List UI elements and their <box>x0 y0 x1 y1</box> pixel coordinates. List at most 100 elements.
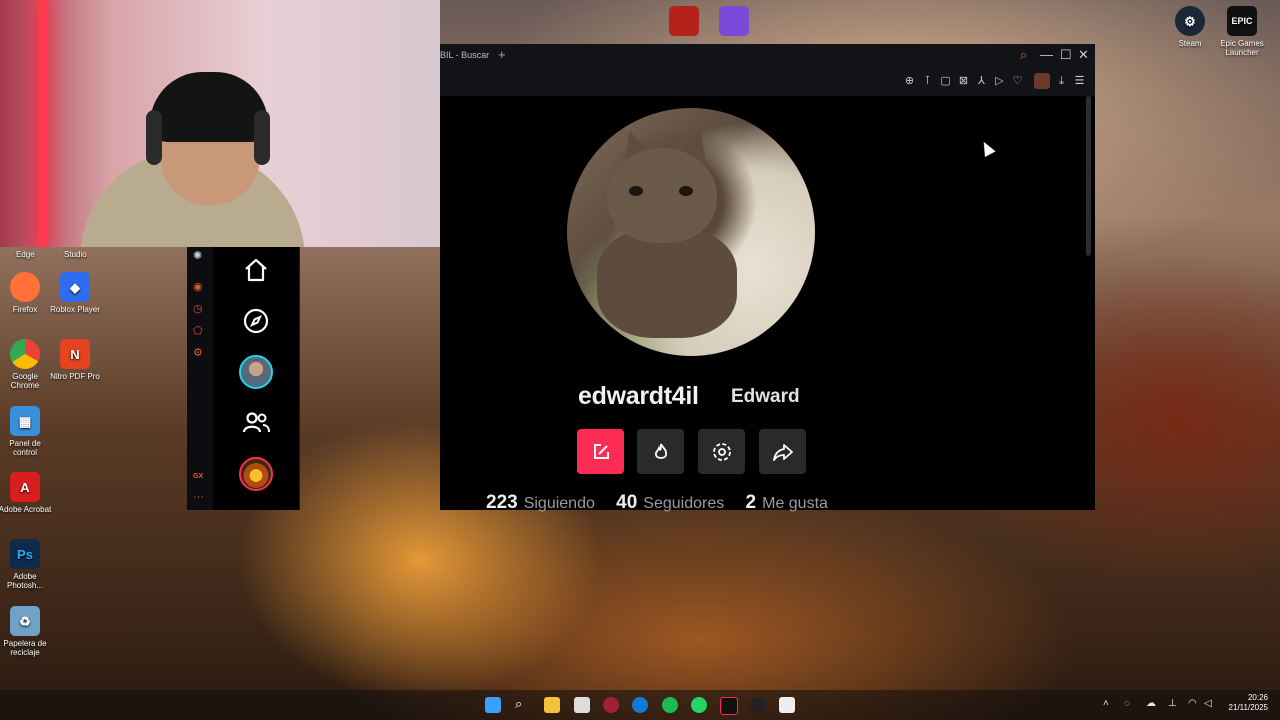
promote-button[interactable] <box>637 429 684 474</box>
calendar-icon[interactable] <box>574 697 590 713</box>
desktop-icon-label: Google Chrome <box>10 372 40 390</box>
tiktok-side-nav <box>213 247 300 510</box>
stat-followers[interactable]: 40 Seguidores <box>616 492 740 513</box>
desktop-icon-epic[interactable]: EPIC Epic Games Launcher <box>1214 6 1270 57</box>
profile-avatar <box>567 108 815 356</box>
desktop-icon-photoshop[interactable]: Ps Adobe Photosh... <box>0 539 53 590</box>
minimize-button[interactable]: — <box>1040 48 1053 62</box>
tiktok-icon[interactable] <box>720 697 738 715</box>
desktop-icon-label: Epic Games Launcher <box>1220 39 1264 57</box>
desktop-label-studio: Studio <box>64 250 87 259</box>
stat-following[interactable]: 223 Siguiendo <box>486 492 611 513</box>
whatsapp-icon[interactable] <box>691 697 707 713</box>
page-scrollbar[interactable] <box>1086 96 1091 256</box>
maximize-button[interactable]: ☐ <box>1060 48 1072 62</box>
snapshot-icon[interactable]: ▢ <box>939 75 952 87</box>
control-panel-icon: ▦ <box>10 406 40 436</box>
home-icon[interactable] <box>238 252 274 288</box>
vpn-icon[interactable]: ◌ <box>1124 698 1130 709</box>
desktop-icon-recycle-bin[interactable]: ♻ Papelera de reciclaje <box>0 606 53 657</box>
recycle-bin-icon: ♻ <box>10 606 40 636</box>
desktop-icon-chrome[interactable]: Google Chrome <box>0 339 53 390</box>
microphone-icon[interactable]: ⊥ <box>1168 698 1177 709</box>
desktop-icon-nitro[interactable]: N Nitro PDF Pro <box>47 339 103 381</box>
browser-toolbar: ⊕ ⊺ ▢ ⊠ ⅄ ▷ ♡ ⤓ ☰ <box>440 68 1095 96</box>
webcam-overlay <box>0 0 440 247</box>
desktop-label-edge: Edge <box>16 250 35 259</box>
more-icon[interactable]: ··· <box>193 491 204 503</box>
stat-label: Siguiendo <box>523 495 595 512</box>
clock[interactable]: 20:26 21/11/2025 <box>1229 693 1268 713</box>
desktop-icon-roblox[interactable]: ◆ Roblox Player <box>47 272 103 314</box>
friends-icon[interactable] <box>238 405 274 441</box>
gx-label[interactable]: GX <box>193 471 203 483</box>
profile-avatar-icon[interactable] <box>1034 73 1050 89</box>
app-icon[interactable] <box>750 697 766 713</box>
translate-icon[interactable]: ⅄ <box>975 75 988 87</box>
obs-icon[interactable] <box>779 697 795 713</box>
fallguys-icon <box>719 6 749 36</box>
search-icon[interactable]: ⌕ <box>1020 48 1027 62</box>
settings-button[interactable] <box>698 429 745 474</box>
desktop-icon-label: Papelera de reciclaje <box>3 639 47 657</box>
settings-icon[interactable]: ⚙ <box>193 347 203 359</box>
desktop-icon-acrobat[interactable]: A Adobe Acrobat <box>0 472 53 514</box>
close-button[interactable]: ✕ <box>1078 48 1089 62</box>
nitro-pdf-icon: N <box>60 339 90 369</box>
epic-games-icon: EPIC <box>1227 6 1257 36</box>
new-tab-button[interactable]: + <box>498 47 506 62</box>
zoom-icon[interactable]: ⊕ <box>903 75 916 87</box>
file-explorer-icon[interactable] <box>544 697 560 713</box>
live-icon[interactable] <box>238 456 274 492</box>
tab-title[interactable]: BIL - Buscar <box>440 50 489 60</box>
profile-avatar-icon[interactable] <box>238 354 274 390</box>
play-icon[interactable]: ▷ <box>993 75 1006 87</box>
profile-stats: 223 Siguiendo 40 Seguidores 2 Me gusta <box>486 492 844 514</box>
stat-value: 223 <box>486 492 518 513</box>
desktop-icon-steam[interactable]: ⚙ Steam <box>1162 6 1218 48</box>
desktop-icon-dota2[interactable] <box>656 6 712 39</box>
volume-icon[interactable]: ◁ <box>1204 698 1212 709</box>
player-icon[interactable]: ◉ <box>193 281 203 293</box>
stat-value: 40 <box>616 492 638 513</box>
desktop-icon-label: Adobe Photosh... <box>6 572 44 590</box>
desktop-icon-label: Roblox Player <box>50 305 100 314</box>
chrome-icon <box>10 339 40 369</box>
share-button[interactable] <box>759 429 806 474</box>
gx-sidebar: ✺ ◉ ◷ ⬠ ⚙ GX ··· <box>187 247 213 510</box>
explore-icon[interactable] <box>238 303 274 339</box>
history-icon[interactable]: ◷ <box>193 303 203 315</box>
browser-titlebar: BIL - Buscar + ⌕ — ☐ ✕ <box>440 44 1095 68</box>
start-icon[interactable] <box>485 697 501 713</box>
stat-label: Me gusta <box>762 495 828 512</box>
menu-icon[interactable]: ☰ <box>1073 75 1086 87</box>
acrobat-icon: A <box>10 472 40 502</box>
spotify-icon[interactable] <box>662 697 678 713</box>
pin-icon[interactable]: ⊺ <box>921 75 934 87</box>
desktop-icon-fallguys[interactable] <box>706 6 762 39</box>
desktop-icon-label: Firefox <box>12 305 38 314</box>
edge-icon[interactable] <box>632 697 648 713</box>
extensions-icon[interactable]: ⬠ <box>193 325 203 337</box>
wifi-icon[interactable]: ◠ <box>1188 698 1197 709</box>
search-icon[interactable]: ⌕ <box>515 697 531 713</box>
edit-profile-button[interactable] <box>577 429 624 474</box>
desktop-icon-label: Adobe Acrobat <box>0 505 52 514</box>
roblox-icon: ◆ <box>60 272 90 302</box>
shield-icon[interactable]: ⊠ <box>957 75 970 87</box>
steam-icon: ⚙ <box>1175 6 1205 36</box>
clock-date: 21/11/2025 <box>1228 703 1268 712</box>
profile-display-name: Edward <box>731 386 800 407</box>
dota2-icon <box>669 6 699 36</box>
desktop-icon-firefox[interactable]: Firefox <box>0 272 53 314</box>
cloud-icon[interactable]: ☁ <box>1146 698 1156 709</box>
share-icon <box>772 443 793 461</box>
desktop-icon-label: Steam <box>1178 39 1202 48</box>
ai-icon[interactable]: ✺ <box>193 250 202 262</box>
chevron-up-icon[interactable]: ˄ <box>1103 698 1109 709</box>
download-icon[interactable]: ⤓ <box>1055 75 1068 87</box>
heart-icon[interactable]: ♡ <box>1011 75 1024 87</box>
opera-gx-icon[interactable] <box>603 697 619 713</box>
desktop-icon-control-panel[interactable]: ▦ Panel de control <box>0 406 53 457</box>
gear-icon <box>712 442 731 461</box>
